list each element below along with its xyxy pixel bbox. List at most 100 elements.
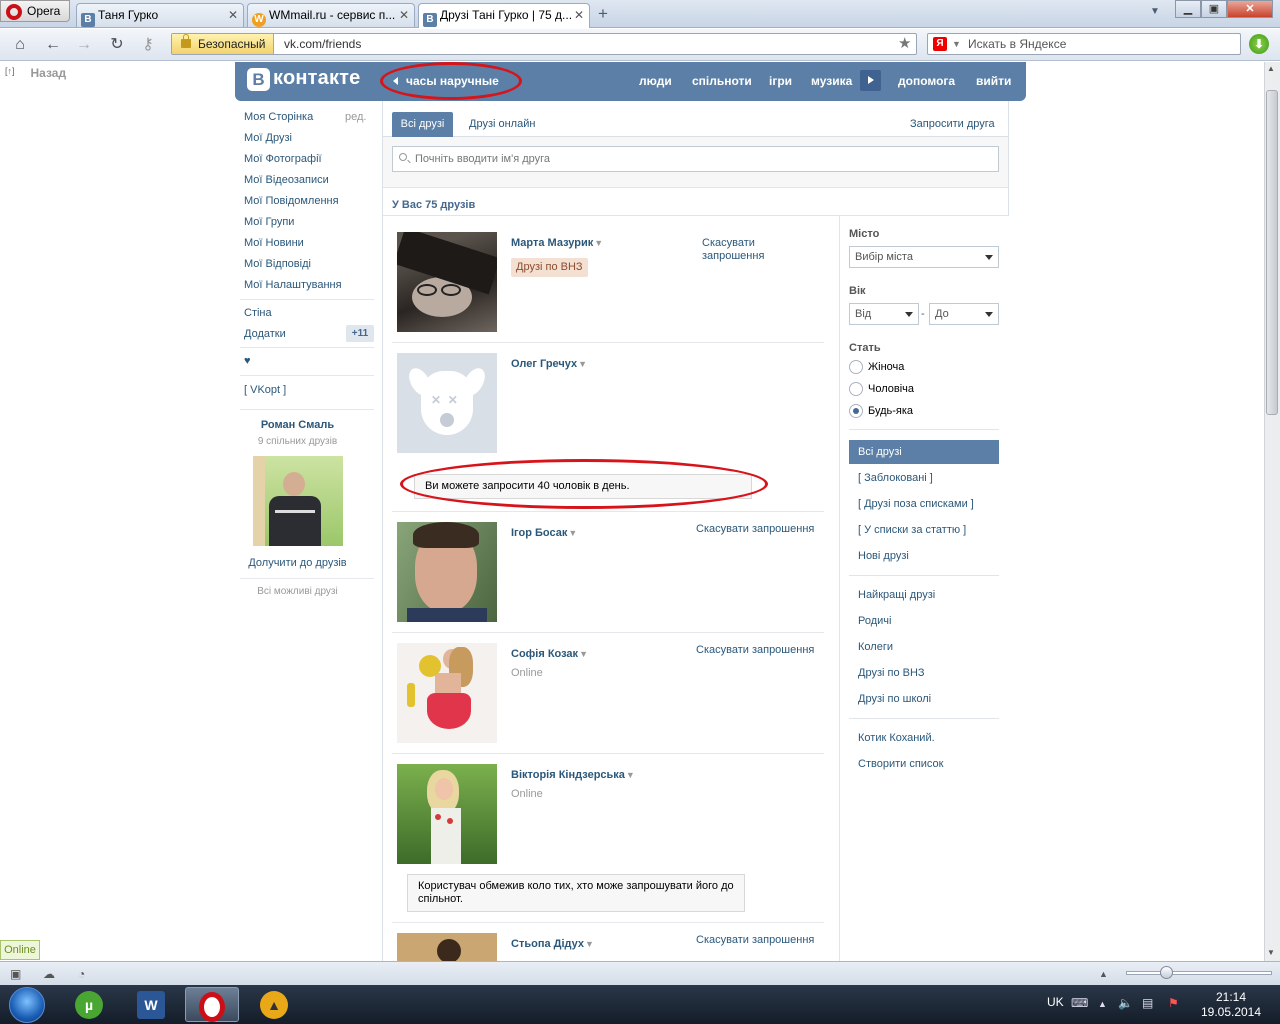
friend-name[interactable]: Вікторія Кіндзерська▼	[511, 769, 635, 781]
friend-name[interactable]: Олег Гречух▼	[511, 358, 587, 370]
friend-avatar[interactable]	[397, 764, 497, 864]
keyboard-icon[interactable]: ⌨	[1071, 996, 1088, 1010]
scroll-down-icon[interactable]: ▼	[1267, 948, 1275, 957]
nav-communities[interactable]: спільноти	[692, 74, 752, 88]
nav-people[interactable]: люди	[639, 74, 672, 88]
age-from-select[interactable]: Від	[849, 303, 919, 325]
vk-logo-text[interactable]: контакте	[273, 67, 361, 90]
turbo-icon[interactable]: ◔	[78, 967, 85, 981]
taskbar-word[interactable]: W	[124, 987, 178, 1022]
list-colleagues[interactable]: Колеги	[858, 641, 893, 653]
close-tab-icon[interactable]: ✕	[399, 4, 409, 26]
tab-list-chevron-icon[interactable]: ▼	[1150, 6, 1160, 17]
sex-label-female[interactable]: Жіноча	[868, 361, 904, 373]
menu-my-news[interactable]: Мої Новини	[244, 237, 304, 249]
suggest-name[interactable]: Роман Смаль	[240, 419, 355, 431]
sex-label-any[interactable]: Будь-яка	[868, 405, 913, 417]
menu-apps[interactable]: Додатки	[244, 328, 286, 340]
menu-my-videos[interactable]: Мої Відеозаписи	[244, 174, 329, 186]
menu-wall[interactable]: Стіна	[244, 307, 272, 319]
suggest-avatar[interactable]	[253, 456, 343, 546]
list-outside-lists[interactable]: [ Друзі поза списками ]	[858, 498, 974, 510]
tab-all-friends[interactable]: Всі друзі	[392, 112, 453, 137]
menu-my-friends[interactable]: Мої Друзі	[244, 132, 292, 144]
sex-radio-female[interactable]	[849, 360, 863, 374]
list-best-friends[interactable]: Найкращі друзі	[858, 589, 935, 601]
back-arrow-icon[interactable]: ←	[42, 35, 64, 55]
menu-my-settings[interactable]: Мої Налаштування	[244, 279, 342, 291]
chevron-down-icon[interactable]: ▼	[568, 528, 577, 538]
menu-my-messages[interactable]: Мої Повідомлення	[244, 195, 339, 207]
scrollbar-thumb[interactable]	[1266, 90, 1278, 415]
city-select[interactable]: Вибір міста	[849, 246, 999, 268]
cancel-invite-link[interactable]: Скасувати запрошення	[696, 644, 814, 656]
sex-label-male[interactable]: Чоловіча	[868, 383, 914, 395]
friend-avatar[interactable]	[397, 933, 497, 961]
chevron-down-icon[interactable]: ▼	[578, 359, 587, 369]
chevron-down-icon[interactable]: ▼	[626, 770, 635, 780]
sex-radio-any[interactable]	[849, 404, 863, 418]
menu-my-answers[interactable]: Мої Відповіді	[244, 258, 311, 270]
menu-vkopt[interactable]: [ VKopt ]	[244, 384, 286, 396]
yandex-search-input[interactable]: Я ▼ Искать в Яндексе	[927, 33, 1241, 55]
zoom-slider[interactable]	[1126, 971, 1272, 975]
create-list-link[interactable]: Створити список	[858, 758, 943, 770]
language-indicator[interactable]: UK	[1047, 995, 1064, 1009]
scroll-up-icon[interactable]: ▲	[1267, 64, 1275, 73]
nav-music[interactable]: музика	[811, 74, 852, 88]
cancel-invite-link[interactable]: Скасувати запрошення	[696, 523, 814, 535]
home-icon[interactable]: ⌂	[9, 35, 31, 55]
close-window-button[interactable]: ✕	[1227, 0, 1273, 18]
minimize-button[interactable]: ▁	[1175, 0, 1201, 18]
chevron-down-icon[interactable]: ▼	[585, 939, 594, 949]
start-button[interactable]	[3, 985, 49, 1024]
back-link[interactable]: [↑] Назад	[5, 66, 66, 80]
cancel-invite-link[interactable]: Скасувати запрошення	[702, 237, 792, 263]
age-to-select[interactable]: До	[929, 303, 999, 325]
list-blocked[interactable]: [ Заблоковані ]	[858, 472, 933, 484]
nav-logout[interactable]: вийти	[976, 74, 1011, 88]
url-text[interactable]: vk.com/friends	[284, 34, 361, 54]
chevron-down-icon[interactable]: ▼	[579, 649, 588, 659]
friend-name[interactable]: Ігор Босак▼	[511, 527, 577, 539]
volume-icon[interactable]: 🔈	[1118, 996, 1133, 1010]
invite-friend-link[interactable]: Запросити друга	[910, 118, 995, 130]
menu-edit-link[interactable]: ред.	[345, 111, 366, 123]
heart-icon[interactable]: ♥	[244, 355, 251, 367]
browser-tab-2[interactable]: W WMmail.ru - сервис п... ✕	[247, 3, 415, 27]
list-by-sex[interactable]: [ У списки за статтю ]	[858, 524, 966, 536]
browser-tab-1[interactable]: В Таня Гурко ✕	[76, 3, 244, 27]
friend-name[interactable]: Марта Мазурик▼	[511, 237, 603, 249]
cancel-invite-link[interactable]: Скасувати запрошення	[696, 934, 814, 946]
list-school-friends[interactable]: Друзі по школі	[858, 693, 931, 705]
friend-list-tag[interactable]: Друзі по ВНЗ	[511, 258, 588, 277]
nav-games[interactable]: ігри	[769, 74, 792, 88]
forward-arrow-icon[interactable]: →	[73, 35, 95, 55]
friend-name[interactable]: Софія Козак▼	[511, 648, 588, 660]
new-tab-button[interactable]: +	[598, 4, 608, 24]
online-badge[interactable]: Online	[0, 940, 40, 960]
taskbar-app[interactable]: ▲	[247, 987, 301, 1022]
bookmark-star-icon[interactable]: ★	[898, 34, 911, 54]
reload-icon[interactable]: ↻	[106, 35, 128, 55]
friend-search-input[interactable]: Почніть вводити ім'я друга	[392, 146, 999, 172]
network-icon[interactable]: ▤	[1142, 996, 1153, 1010]
suggest-add-friend-link[interactable]: Долучити до друзів	[240, 557, 355, 569]
key-icon[interactable]: ⚷	[137, 35, 159, 55]
secure-badge[interactable]: Безопасный	[172, 34, 274, 54]
sex-radio-male[interactable]	[849, 382, 863, 396]
play-icon[interactable]	[860, 70, 881, 91]
tray-expand-icon[interactable]: ▲	[1098, 999, 1107, 1009]
tab-friends-online[interactable]: Друзі онлайн	[469, 118, 535, 130]
friend-name[interactable]: Стьопа Дідух▼	[511, 938, 594, 950]
menu-my-page[interactable]: Моя Сторінка	[244, 111, 313, 123]
close-tab-icon[interactable]: ✕	[574, 4, 584, 26]
list-custom[interactable]: Котик Коханий.	[858, 732, 935, 744]
nav-help[interactable]: допомога	[898, 74, 955, 88]
zoom-up-icon[interactable]: ▲	[1099, 969, 1108, 979]
list-relatives[interactable]: Родичі	[858, 615, 891, 627]
browser-tab-3-active[interactable]: В Друзі Тані Гурко | 75 д... ✕	[418, 3, 590, 28]
taskbar-opera[interactable]	[185, 987, 239, 1022]
apps-count-badge[interactable]: +11	[346, 325, 374, 342]
zoom-slider-handle[interactable]	[1160, 966, 1173, 979]
